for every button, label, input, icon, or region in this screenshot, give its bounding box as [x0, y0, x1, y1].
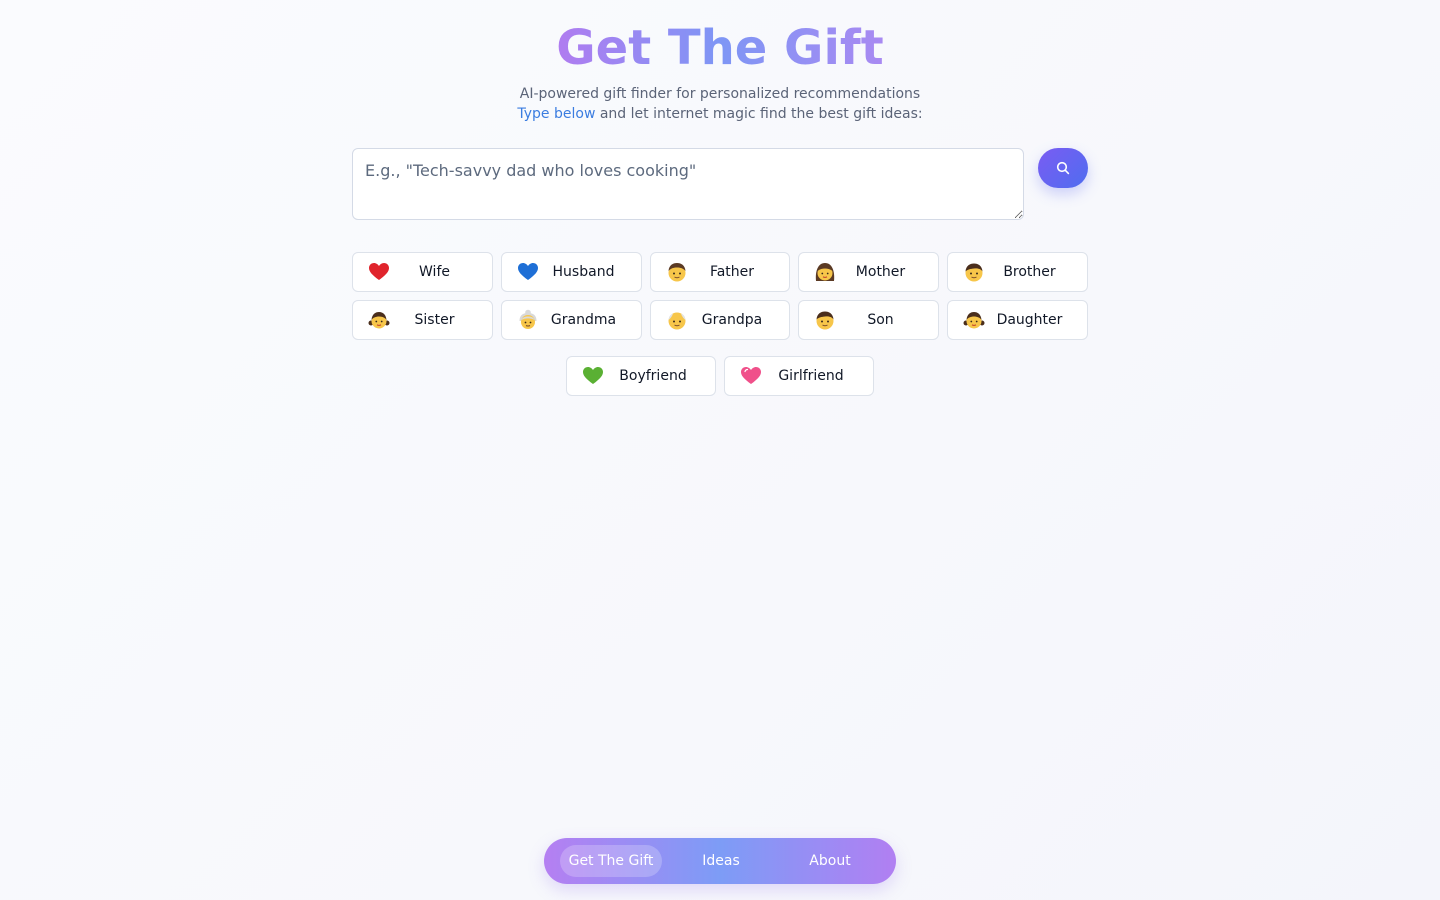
man-icon	[665, 261, 689, 283]
relation-chip-label: Brother	[1003, 264, 1056, 280]
relation-chip-label: Grandma	[550, 312, 617, 328]
subtitle-line-1: AI-powered gift finder for personalized …	[519, 86, 921, 102]
relation-chip-wife[interactable]: Wife	[352, 252, 493, 292]
search-button[interactable]	[1038, 148, 1088, 188]
girl-icon	[962, 309, 986, 331]
relation-chip-label: Husband	[552, 264, 615, 280]
relation-chip-grandpa[interactable]: Grandpa	[650, 300, 790, 340]
relation-chip-grandma[interactable]: Grandma	[501, 300, 642, 340]
nav-item-about[interactable]: About	[794, 845, 866, 877]
relation-chip-mother[interactable]: Mother	[798, 252, 939, 292]
relation-chip-girlfriend[interactable]: Girlfriend	[724, 356, 874, 396]
relation-chip-boyfriend[interactable]: Boyfriend	[566, 356, 716, 396]
relation-chip-brother[interactable]: Brother	[947, 252, 1088, 292]
relation-chip-label: Father	[709, 264, 755, 280]
search-icon	[1056, 161, 1070, 175]
green-heart-icon	[581, 365, 605, 387]
subtitle-highlight: Type below	[517, 106, 596, 122]
search-input[interactable]	[352, 148, 1024, 220]
woman-icon	[813, 261, 837, 283]
nav-item-get-the-gift[interactable]: Get The Gift	[560, 845, 662, 877]
relation-chip-label: Sister	[414, 312, 455, 328]
relation-chip-father[interactable]: Father	[650, 252, 790, 292]
relation-chip-husband[interactable]: Husband	[501, 252, 642, 292]
subtitle-line-2: Type below and let internet magic find t…	[0, 104, 1440, 124]
nav-item-ideas[interactable]: Ideas	[686, 845, 756, 877]
bottom-nav: Get The Gift Ideas About	[544, 838, 896, 884]
old-man-icon	[665, 309, 689, 331]
page-subtitle: AI-powered gift finder for personalized …	[0, 84, 1440, 124]
girl-icon	[367, 309, 391, 331]
relation-chip-label: Grandpa	[701, 312, 763, 328]
pink-heart-icon	[739, 365, 763, 387]
red-heart-icon	[367, 261, 391, 283]
relation-chip-label: Wife	[419, 264, 450, 280]
relation-chip-label: Son	[867, 312, 894, 328]
boy-icon	[962, 261, 986, 283]
relation-chip-label: Girlfriend	[778, 368, 844, 384]
relation-chip-son[interactable]: Son	[798, 300, 939, 340]
page-title: Get The Gift	[0, 18, 1440, 78]
relation-chip-label: Mother	[855, 264, 906, 280]
relation-chip-sister[interactable]: Sister	[352, 300, 493, 340]
blue-heart-icon	[516, 261, 540, 283]
page-title-text: Get The Gift	[556, 20, 884, 76]
relation-chip-label: Boyfriend	[619, 368, 687, 384]
relation-chip-label: Daughter	[996, 312, 1063, 328]
subtitle-rest: and let internet magic find the best gif…	[595, 106, 923, 122]
relation-chip-daughter[interactable]: Daughter	[947, 300, 1088, 340]
boy-icon	[813, 309, 837, 331]
old-woman-icon	[516, 309, 540, 331]
